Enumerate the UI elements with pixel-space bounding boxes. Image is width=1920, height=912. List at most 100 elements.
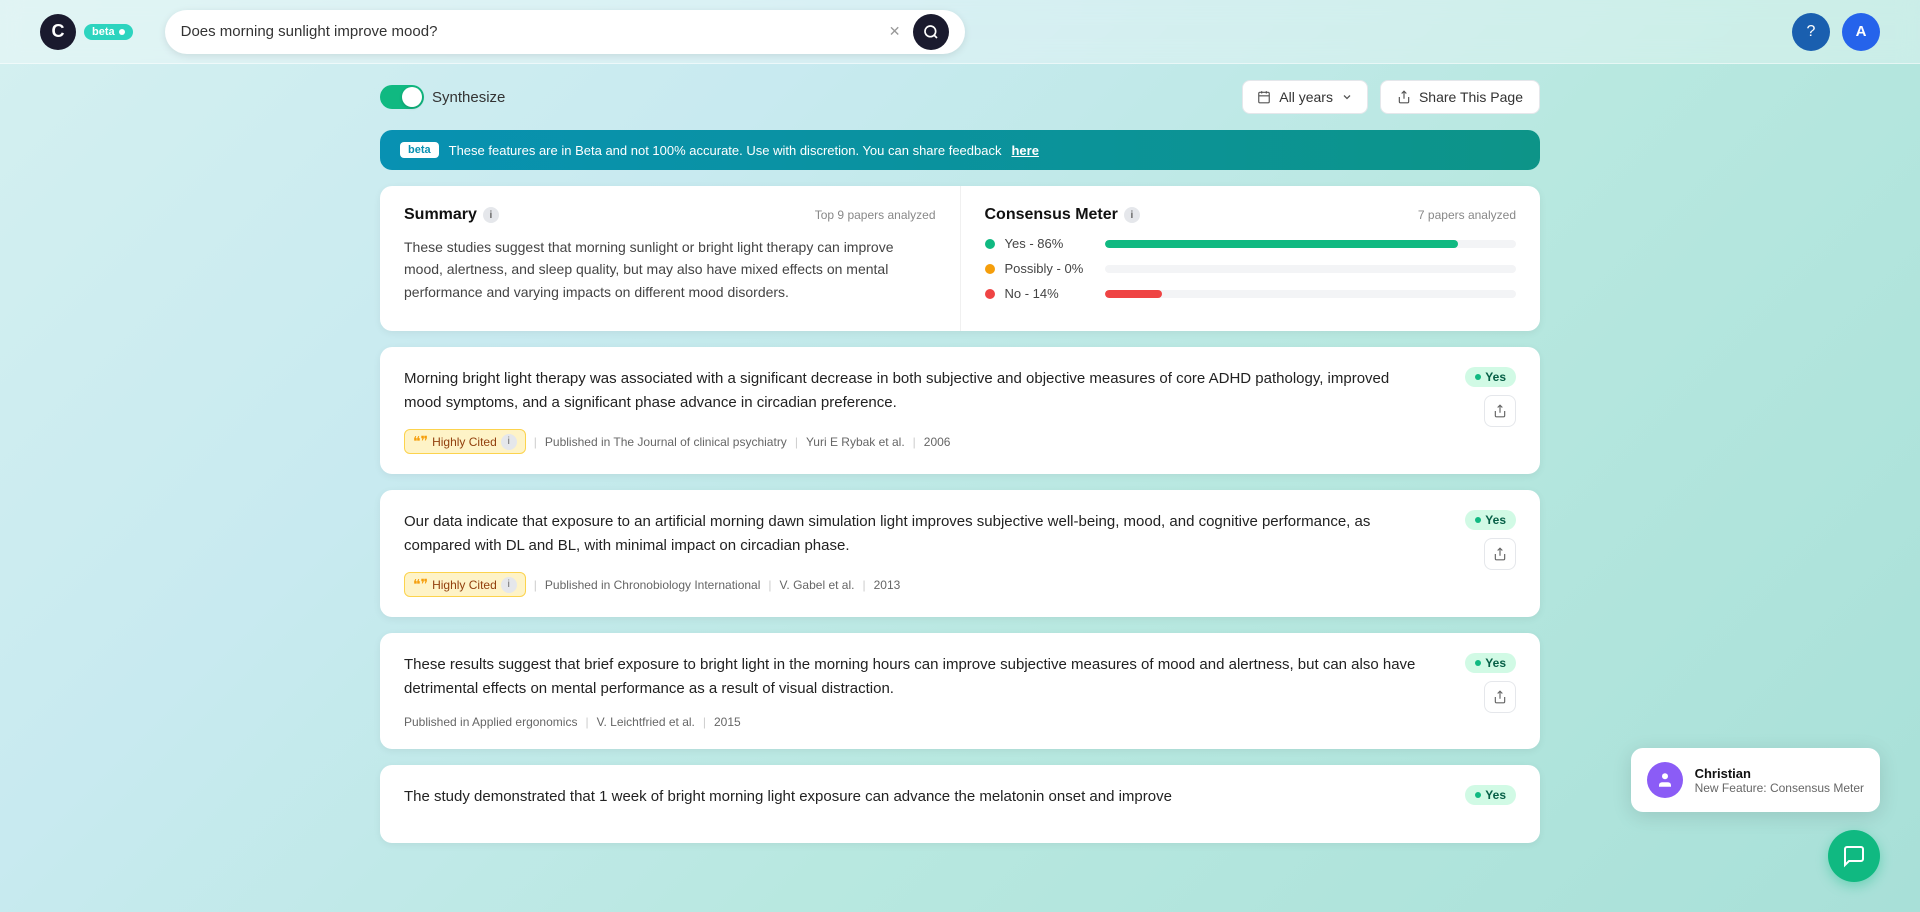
possibly-dot (985, 264, 995, 274)
result-2-right: Yes (1436, 510, 1516, 570)
result-1-year: 2006 (924, 435, 951, 449)
result-card-2: Our data indicate that exposure to an ar… (380, 490, 1540, 617)
help-button[interactable]: ? (1792, 13, 1830, 51)
banner-beta-tag: beta (400, 142, 439, 158)
share-button[interactable]: Share This Page (1380, 80, 1540, 114)
possibly-label: Possibly - 0% (1005, 261, 1095, 276)
chat-popup: Christian New Feature: Consensus Meter (1631, 748, 1880, 812)
logo-icon: C (40, 14, 76, 50)
result-3-share-button[interactable] (1484, 681, 1516, 713)
verdict-badge-2: Yes (1465, 510, 1516, 530)
consensus-analyzed-count: 7 papers analyzed (1418, 208, 1516, 222)
beta-badge: beta (84, 24, 133, 40)
chat-avatar (1647, 762, 1683, 798)
chat-message: New Feature: Consensus Meter (1695, 781, 1864, 795)
years-label: All years (1279, 89, 1333, 105)
consensus-header: Consensus Meter i 7 papers analyzed (985, 206, 1517, 224)
result-3-authors: V. Leichtfried et al. (597, 715, 695, 729)
consensus-possibly: Possibly - 0% (985, 261, 1517, 276)
search-input[interactable] (181, 23, 877, 40)
highly-cited-badge-1: ❝❞ Highly Cited i (404, 429, 526, 454)
verdict-dot-1 (1475, 374, 1481, 380)
result-card-4-content: The study demonstrated that 1 week of br… (404, 785, 1420, 823)
beta-dot (119, 29, 125, 35)
share-label: Share This Page (1419, 89, 1523, 105)
summary-consensus-row: Summary i Top 9 papers analyzed These st… (380, 186, 1540, 331)
result-3-text: These results suggest that brief exposur… (404, 653, 1420, 701)
summary-info-icon[interactable]: i (483, 207, 499, 223)
result-4-right: Yes (1436, 785, 1516, 805)
no-bar-fill (1105, 290, 1163, 298)
controls-right: All years Share This Page (1242, 80, 1540, 114)
highly-cited-badge-2: ❝❞ Highly Cited i (404, 572, 526, 597)
synthesize-label: Synthesize (432, 89, 505, 106)
result-2-authors: V. Gabel et al. (780, 578, 855, 592)
consensus-yes: Yes - 86% (985, 236, 1517, 251)
summary-title: Summary i (404, 206, 499, 224)
result-3-year: 2015 (714, 715, 741, 729)
result-card-1: Morning bright light therapy was associa… (380, 347, 1540, 474)
verdict-dot-4 (1475, 792, 1481, 798)
verdict-badge-1: Yes (1465, 367, 1516, 387)
consensus-items: Yes - 86% Possibly - 0% No - 14% (985, 236, 1517, 301)
banner-message: These features are in Beta and not 100% … (449, 143, 1002, 158)
consensus-title: Consensus Meter i (985, 206, 1140, 224)
result-2-text: Our data indicate that exposure to an ar… (404, 510, 1420, 558)
consensus-no: No - 14% (985, 286, 1517, 301)
consensus-panel: Consensus Meter i 7 papers analyzed Yes … (961, 186, 1541, 331)
toggle-switch[interactable] (380, 85, 424, 109)
nav-actions: ? A (1792, 13, 1880, 51)
quote-icon-2: ❝❞ (413, 576, 428, 593)
avatar-button[interactable]: A (1842, 13, 1880, 51)
summary-analyzed-count: Top 9 papers analyzed (815, 208, 936, 222)
search-clear-button[interactable]: ✕ (885, 22, 905, 42)
result-card-1-content: Morning bright light therapy was associa… (404, 367, 1420, 454)
main-content: Summary i Top 9 papers analyzed These st… (0, 186, 1920, 843)
chat-name: Christian (1695, 766, 1864, 781)
result-1-authors: Yuri E Rybak et al. (806, 435, 905, 449)
summary-header: Summary i Top 9 papers analyzed (404, 206, 936, 224)
result-2-journal: Published in Chronobiology International (545, 578, 760, 592)
verdict-badge-4: Yes (1465, 785, 1516, 805)
verdict-dot-2 (1475, 517, 1481, 523)
verdict-badge-3: Yes (1465, 653, 1516, 673)
years-filter-button[interactable]: All years (1242, 80, 1368, 114)
result-2-year: 2013 (874, 578, 901, 592)
synthesize-toggle[interactable]: Synthesize (380, 85, 505, 109)
yes-label: Yes - 86% (1005, 236, 1095, 251)
banner-link[interactable]: here (1011, 143, 1038, 158)
summary-text: These studies suggest that morning sunli… (404, 236, 936, 303)
no-label: No - 14% (1005, 286, 1095, 301)
no-dot (985, 289, 995, 299)
no-bar-track (1105, 290, 1517, 298)
search-bar: ✕ (165, 10, 965, 54)
chat-fab-button[interactable] (1828, 830, 1880, 882)
result-card-2-content: Our data indicate that exposure to an ar… (404, 510, 1420, 597)
toggle-knob (402, 87, 422, 107)
result-4-text: The study demonstrated that 1 week of br… (404, 785, 1420, 809)
result-3-journal: Published in Applied ergonomics (404, 715, 577, 729)
result-card-3-content: These results suggest that brief exposur… (404, 653, 1420, 729)
search-button[interactable] (913, 14, 949, 50)
result-3-right: Yes (1436, 653, 1516, 713)
logo-area: C beta (40, 14, 133, 50)
chat-text: Christian New Feature: Consensus Meter (1695, 766, 1864, 795)
yes-dot (985, 239, 995, 249)
result-1-journal: Published in The Journal of clinical psy… (545, 435, 787, 449)
result-2-meta: ❝❞ Highly Cited i | Published in Chronob… (404, 572, 1420, 597)
verdict-dot-3 (1475, 660, 1481, 666)
result-1-right: Yes (1436, 367, 1516, 427)
result-1-meta: ❝❞ Highly Cited i | Published in The Jou… (404, 429, 1420, 454)
consensus-info-icon[interactable]: i (1124, 207, 1140, 223)
result-2-share-button[interactable] (1484, 538, 1516, 570)
highly-cited-info-1[interactable]: i (501, 434, 517, 450)
result-card-4: The study demonstrated that 1 week of br… (380, 765, 1540, 843)
result-1-share-button[interactable] (1484, 395, 1516, 427)
navbar: C beta ✕ ? A (0, 0, 1920, 64)
controls-bar: Synthesize All years Share This Page (0, 64, 1920, 130)
yes-bar-track (1105, 240, 1517, 248)
yes-bar-fill (1105, 240, 1459, 248)
summary-panel: Summary i Top 9 papers analyzed These st… (380, 186, 961, 331)
result-card-3: These results suggest that brief exposur… (380, 633, 1540, 749)
highly-cited-info-2[interactable]: i (501, 577, 517, 593)
